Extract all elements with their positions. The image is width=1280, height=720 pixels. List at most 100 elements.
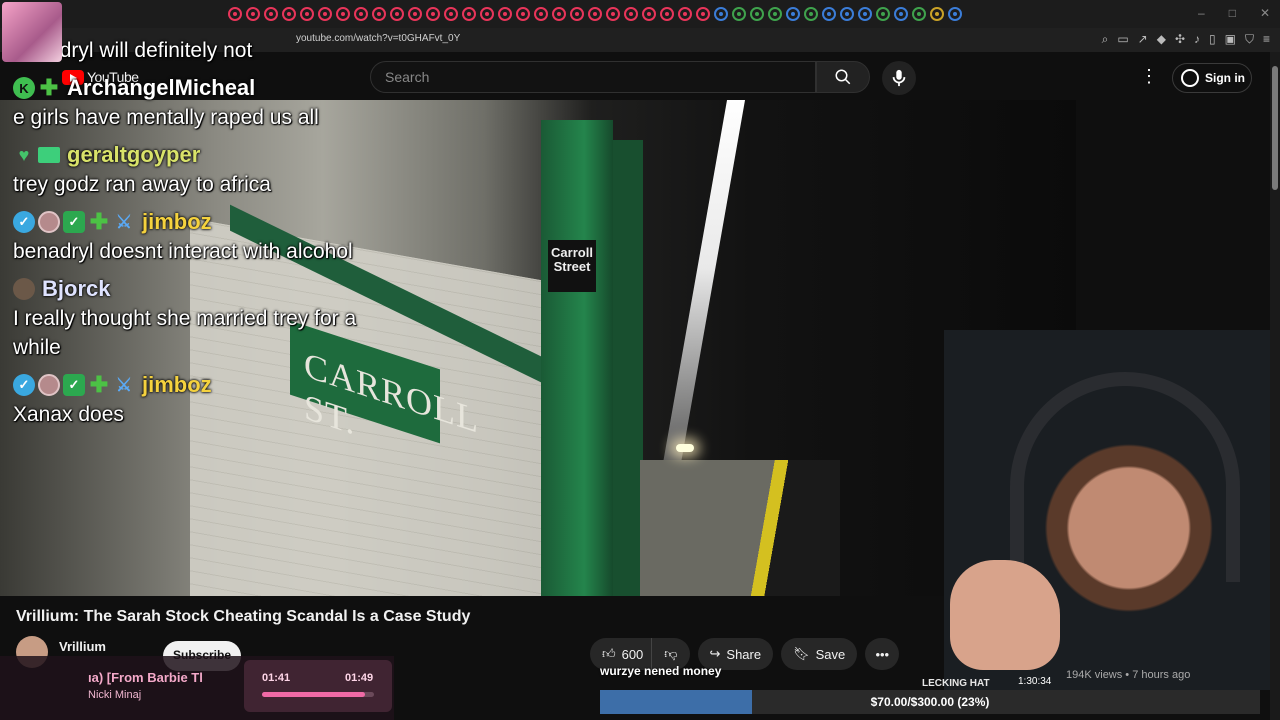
avatar-badge bbox=[38, 374, 60, 396]
tab-favicon[interactable] bbox=[912, 7, 926, 21]
tab-favicon[interactable] bbox=[714, 7, 728, 21]
chat-username: Bjorck bbox=[42, 276, 111, 301]
tab-favicon[interactable] bbox=[660, 7, 674, 21]
tab-favicon[interactable] bbox=[840, 7, 854, 21]
tab-favicon[interactable] bbox=[624, 7, 638, 21]
platform-edge bbox=[640, 460, 840, 596]
search-input[interactable]: Search bbox=[370, 61, 816, 93]
search-button[interactable] bbox=[816, 61, 870, 93]
tab-favicon[interactable] bbox=[606, 7, 620, 21]
menu-icon[interactable]: ≡ bbox=[1263, 32, 1270, 47]
chat-user-line: ♥ geraltgoyper bbox=[13, 140, 358, 170]
plus-icon: ✚ bbox=[39, 75, 59, 100]
tab-favicon[interactable] bbox=[462, 7, 476, 21]
tab-favicon[interactable] bbox=[534, 7, 548, 21]
train-headlight bbox=[676, 444, 694, 452]
search-icon bbox=[835, 69, 851, 85]
verified-icon: ✓ bbox=[13, 211, 35, 233]
thumbs-up-icon: 👍︎ bbox=[602, 646, 616, 661]
chat-message: Bjorck I really thought she married trey… bbox=[13, 274, 358, 362]
tab-favicon[interactable] bbox=[930, 7, 944, 21]
tab-favicon[interactable] bbox=[426, 7, 440, 21]
bookmark-icon: 🔖︎ bbox=[793, 646, 810, 661]
tab-favicon[interactable] bbox=[444, 7, 458, 21]
tab-favicon[interactable] bbox=[408, 7, 422, 21]
chat-user-line: ✓ ✓ ✚ ⚔ jimboz bbox=[13, 207, 358, 237]
channel-name[interactable]: Vrillium bbox=[59, 639, 106, 654]
tab-favicon[interactable] bbox=[480, 7, 494, 21]
tab-favicon[interactable] bbox=[354, 7, 368, 21]
tab-favicon[interactable] bbox=[822, 7, 836, 21]
tab-favicon[interactable] bbox=[804, 7, 818, 21]
webcam-label: LECKING HAT bbox=[922, 678, 990, 689]
tab-favicon[interactable] bbox=[642, 7, 656, 21]
tab-favicon[interactable] bbox=[732, 7, 746, 21]
hand bbox=[950, 560, 1060, 670]
chat-text: Xanax does bbox=[13, 403, 124, 426]
chat-message: ♥ geraltgoyper trey godz ran away to afr… bbox=[13, 140, 358, 199]
shield-icon[interactable]: ⛉ bbox=[1245, 32, 1254, 47]
album-art bbox=[2, 2, 62, 62]
tab-favicon[interactable] bbox=[372, 7, 386, 21]
tab-favicon[interactable] bbox=[948, 7, 962, 21]
more-actions-button[interactable]: ••• bbox=[865, 638, 900, 670]
tab-favicon[interactable] bbox=[696, 7, 710, 21]
scrollbar-thumb[interactable] bbox=[1272, 66, 1278, 190]
check-icon: ✓ bbox=[63, 374, 85, 396]
music-icon[interactable]: ♪ bbox=[1194, 32, 1200, 47]
tab-favicon[interactable] bbox=[552, 7, 566, 21]
song-artist: Nicki Minaj bbox=[88, 689, 142, 701]
tab-favicon[interactable] bbox=[390, 7, 404, 21]
heart-icon: ♥ bbox=[18, 144, 30, 165]
tab-favicon[interactable] bbox=[318, 7, 332, 21]
tab-favicon[interactable] bbox=[246, 7, 260, 21]
view-count: 194K views • 7 hours ago bbox=[1066, 669, 1191, 681]
plus-icon: ✚ bbox=[89, 209, 109, 234]
tab-favicon[interactable] bbox=[228, 7, 242, 21]
voice-search-button[interactable] bbox=[882, 61, 916, 95]
tab-favicon[interactable] bbox=[336, 7, 350, 21]
minimize-icon[interactable]: – bbox=[1198, 6, 1205, 20]
tab-favicon[interactable] bbox=[678, 7, 692, 21]
sword-icon: ⚔ bbox=[115, 374, 133, 395]
cast-icon[interactable]: ▭ bbox=[1117, 32, 1128, 47]
green-pillar bbox=[613, 140, 643, 596]
share-icon: ↪ bbox=[709, 646, 721, 661]
tab-favicon[interactable] bbox=[516, 7, 530, 21]
tab-favicon[interactable] bbox=[588, 7, 602, 21]
avatar-badge bbox=[38, 211, 60, 233]
tab-favicon[interactable] bbox=[498, 7, 512, 21]
chat-username: ArchangelMicheal bbox=[67, 75, 256, 100]
share-icon[interactable]: ↗ bbox=[1138, 32, 1148, 47]
k-icon: K bbox=[13, 77, 35, 99]
save-button[interactable]: 🔖︎ Save bbox=[781, 638, 858, 670]
maximize-icon[interactable]: □ bbox=[1229, 6, 1236, 20]
chat-message: benadryl will definitely not bbox=[13, 36, 358, 65]
tab-favicon[interactable] bbox=[750, 7, 764, 21]
chat-text: benadryl will definitely not bbox=[13, 39, 253, 62]
sign-in-button[interactable]: Sign in bbox=[1172, 63, 1252, 93]
zoom-icon[interactable]: ⌕ bbox=[1102, 32, 1109, 47]
extension-icon[interactable]: ◆ bbox=[1157, 32, 1166, 47]
wallet-icon[interactable]: ▣ bbox=[1225, 32, 1236, 47]
puzzle-icon[interactable]: ✣ bbox=[1175, 32, 1185, 47]
green-pillar bbox=[541, 120, 613, 596]
tab-favicon[interactable] bbox=[570, 7, 584, 21]
address-bar-actions: ⌕ ▭ ↗ ◆ ✣ ♪ ▯ ▣ ⛉ ≡ bbox=[1102, 32, 1270, 47]
more-options-icon[interactable]: ⋮ bbox=[1140, 66, 1158, 87]
close-icon[interactable]: ✕ bbox=[1260, 6, 1270, 20]
thumbs-down-icon: 👎︎ bbox=[664, 646, 678, 661]
tab-favicon[interactable] bbox=[282, 7, 296, 21]
tab-favicon[interactable] bbox=[768, 7, 782, 21]
sidebar-icon[interactable]: ▯ bbox=[1209, 32, 1216, 47]
chat-username: geraltgoyper bbox=[67, 142, 201, 167]
tab-favicon[interactable] bbox=[894, 7, 908, 21]
chat-user-line: ✓ ✓ ✚ ⚔ jimboz bbox=[13, 370, 358, 400]
tab-favicon[interactable] bbox=[786, 7, 800, 21]
chat-user-line: Bjorck bbox=[13, 274, 358, 304]
tab-favicon[interactable] bbox=[264, 7, 278, 21]
chat-message: K ✚ ArchangelMicheal e girls have mental… bbox=[13, 73, 358, 132]
tab-favicon[interactable] bbox=[858, 7, 872, 21]
tab-favicon[interactable] bbox=[300, 7, 314, 21]
tab-favicon[interactable] bbox=[876, 7, 890, 21]
